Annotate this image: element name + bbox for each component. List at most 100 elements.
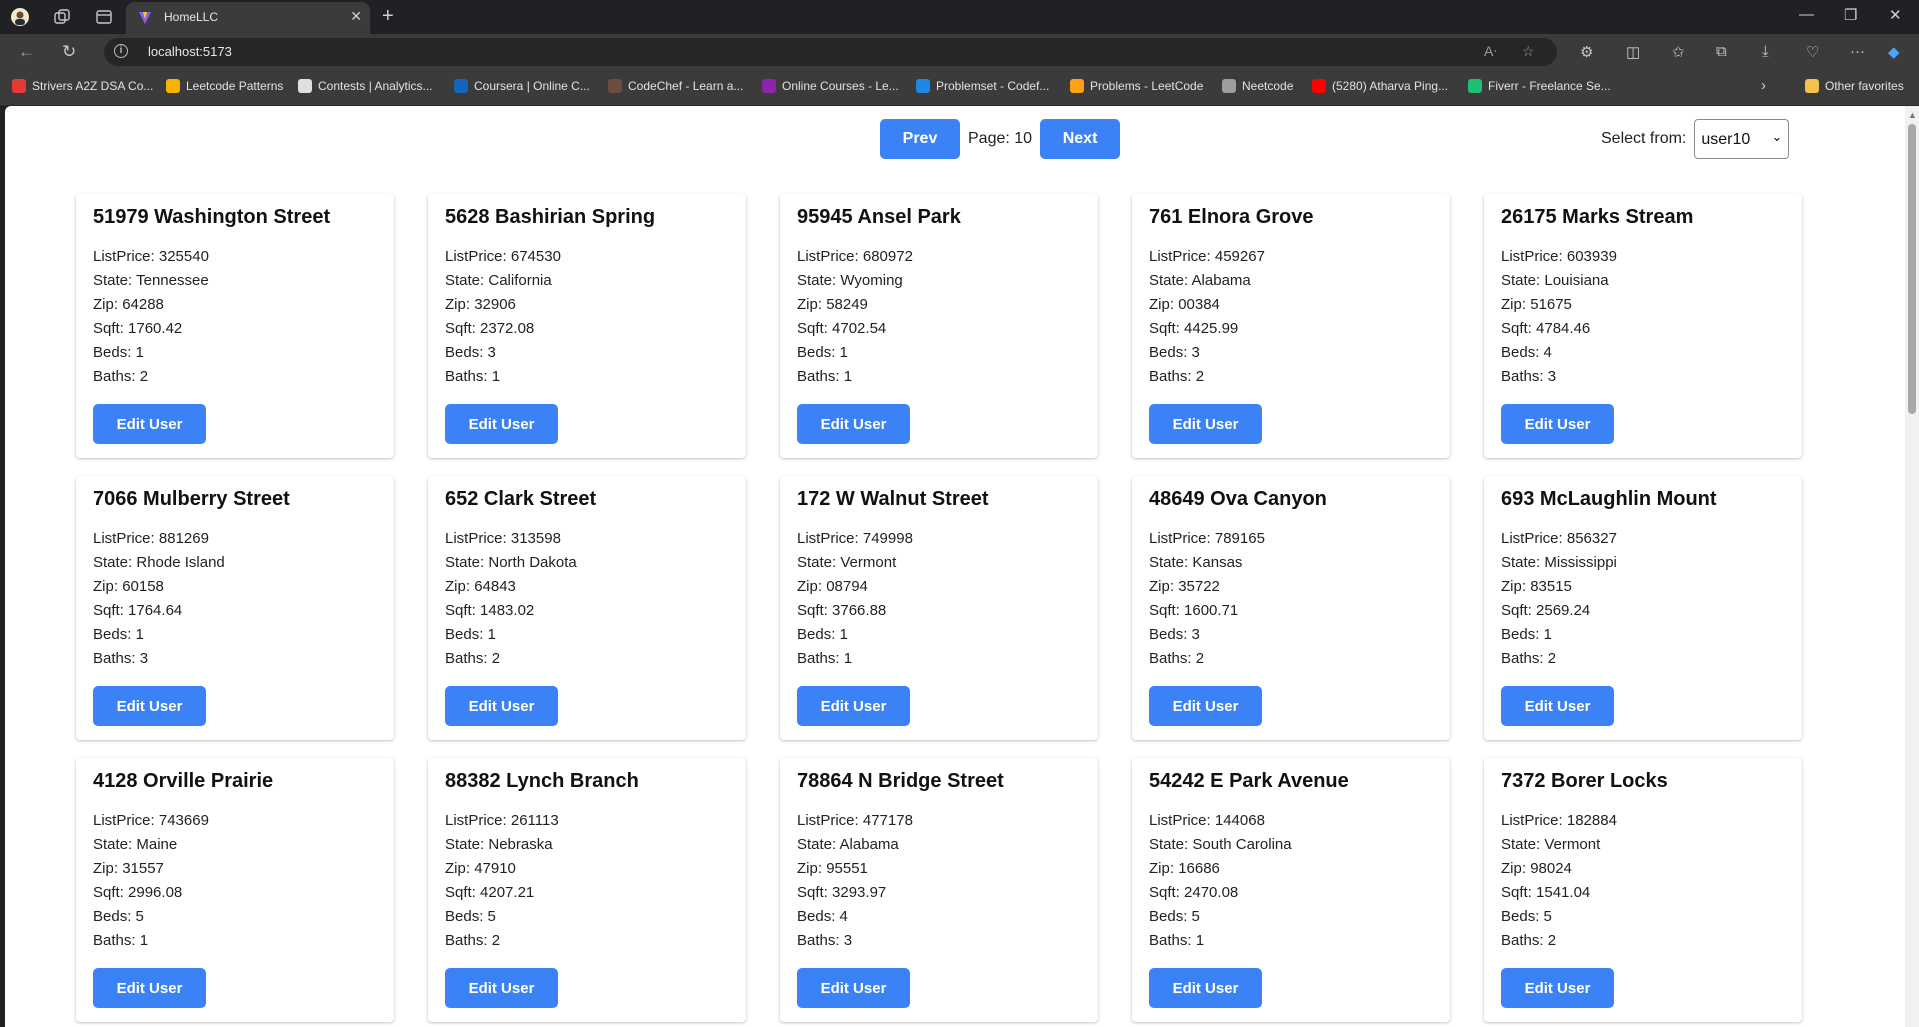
bookmark-item[interactable]: Problems - LeetCode <box>1070 79 1203 93</box>
field-label: State: <box>1149 554 1189 571</box>
edit-user-button[interactable]: Edit User <box>93 404 206 444</box>
other-favorites-folder[interactable]: Other favorites <box>1805 79 1904 93</box>
bookmark-item[interactable]: Problemset - Codef... <box>916 79 1049 93</box>
field-value: Alabama <box>1191 272 1251 289</box>
field-value: Maine <box>136 836 178 853</box>
field-value: Rhode Island <box>136 554 225 571</box>
bookmark-favicon-icon <box>1222 79 1236 93</box>
profile-avatar-icon[interactable] <box>10 7 30 27</box>
new-tab-icon[interactable]: + <box>382 6 394 26</box>
bookmark-item[interactable]: Coursera | Online C... <box>454 79 590 93</box>
edit-user-button[interactable]: Edit User <box>445 686 558 726</box>
bookmark-item[interactable]: Contests | Analytics... <box>298 79 433 93</box>
field-value: 4784.46 <box>1536 320 1591 337</box>
extensions-icon[interactable]: ⚙ <box>1580 43 1593 61</box>
listing-field-beds: Beds: 5 <box>93 905 209 929</box>
listing-field-sqft: Sqft: 4702.54 <box>797 317 913 341</box>
listing-field-sqft: Sqft: 1541.04 <box>1501 881 1617 905</box>
listing-field-beds: Beds: 1 <box>445 623 577 647</box>
collections-icon[interactable]: ⧉ <box>1716 43 1727 60</box>
restore-icon[interactable]: ❐ <box>1844 6 1857 24</box>
minimize-icon[interactable]: — <box>1799 6 1814 23</box>
vertical-tabs-icon[interactable] <box>94 7 114 27</box>
bookmark-item[interactable]: Online Courses - Le... <box>762 79 899 93</box>
downloads-icon[interactable]: ⤓ <box>1762 43 1769 60</box>
vertical-scrollbar[interactable]: ▲ <box>1905 106 1919 1027</box>
field-value: 1 <box>135 344 144 361</box>
edit-user-button[interactable]: Edit User <box>1149 968 1262 1008</box>
field-value: South Carolina <box>1192 836 1292 853</box>
field-value: Wyoming <box>840 272 903 289</box>
listing-card: 26175 Marks Stream ListPrice: 603939 State… <box>1484 194 1802 458</box>
read-aloud-icon[interactable]: Aᐧ <box>1484 43 1497 60</box>
edit-user-button[interactable]: Edit User <box>797 404 910 444</box>
scrollbar-thumb[interactable] <box>1908 124 1916 414</box>
close-window-icon[interactable]: ✕ <box>1889 6 1902 24</box>
listing-field-beds: Beds: 3 <box>1149 341 1265 365</box>
edit-user-button[interactable]: Edit User <box>1501 404 1614 444</box>
edit-user-button[interactable]: Edit User <box>1501 686 1614 726</box>
refresh-icon[interactable]: ↻ <box>62 42 76 62</box>
field-label: Baths: <box>1149 932 1192 949</box>
bookmark-item[interactable]: CodeChef - Learn a... <box>608 79 743 93</box>
prev-button[interactable]: Prev <box>880 119 960 159</box>
field-label: State: <box>93 836 133 853</box>
listing-field-state: State: Vermont <box>797 551 913 575</box>
listing-field-beds: Beds: 4 <box>1501 341 1617 365</box>
edit-user-button[interactable]: Edit User <box>1149 404 1262 444</box>
more-menu-icon[interactable]: ··· <box>1850 43 1865 60</box>
bookmark-item[interactable]: Strivers A2Z DSA Co... <box>12 79 153 93</box>
edit-user-button[interactable]: Edit User <box>1501 968 1614 1008</box>
listing-field-baths: Baths: 1 <box>1149 929 1292 953</box>
edit-user-button[interactable]: Edit User <box>445 404 558 444</box>
browser-essentials-icon[interactable]: ♡ <box>1806 43 1819 61</box>
edit-user-button[interactable]: Edit User <box>93 686 206 726</box>
field-value: 1600.71 <box>1184 602 1239 619</box>
field-label: State: <box>797 272 837 289</box>
listing-details: ListPrice: 144068 State: South Carolina Zi… <box>1149 809 1292 953</box>
favorite-star-icon[interactable]: ☆ <box>1522 43 1535 60</box>
field-value: 2372.08 <box>480 320 535 337</box>
field-value: 144068 <box>1214 812 1265 829</box>
field-value: 2 <box>139 368 149 385</box>
bookmark-item[interactable]: Leetcode Patterns <box>166 79 283 93</box>
listing-title: 26175 Marks Stream <box>1501 206 1694 228</box>
chevron-down-icon: ⌄ <box>1771 129 1783 144</box>
field-value: 4702.54 <box>832 320 887 337</box>
tab-homellc[interactable]: HomeLLC ✕ <box>126 2 370 34</box>
listing-field-baths: Baths: 2 <box>1501 647 1617 671</box>
bookmark-item[interactable]: (5280) Atharva Ping... <box>1312 79 1448 93</box>
bookmark-label: Contests | Analytics... <box>318 79 433 93</box>
back-icon[interactable]: ← <box>18 42 35 62</box>
split-screen-icon[interactable]: ◫ <box>1626 43 1640 61</box>
site-info-icon[interactable]: i <box>114 44 128 58</box>
url-text[interactable]: localhost:5173 <box>148 44 232 59</box>
user-select[interactable]: user10 ⌄ <box>1694 119 1790 159</box>
bookmark-item[interactable]: Neetcode <box>1222 79 1293 93</box>
edit-user-button[interactable]: Edit User <box>93 968 206 1008</box>
listing-field-state: State: Rhode Island <box>93 551 225 575</box>
edit-user-button[interactable]: Edit User <box>445 968 558 1008</box>
favorites-icon[interactable]: ✩ <box>1672 43 1685 61</box>
browser-tab-bar: HomeLLC ✕ + — ❐ ✕ <box>0 0 1919 34</box>
edit-user-button[interactable]: Edit User <box>797 686 910 726</box>
listing-title: 761 Elnora Grove <box>1149 206 1314 228</box>
bookmark-favicon-icon <box>1070 79 1084 93</box>
scroll-up-arrow-icon[interactable]: ▲ <box>1908 110 1917 120</box>
listing-field-list-price: ListPrice: 789165 <box>1149 527 1265 551</box>
next-button[interactable]: Next <box>1040 119 1121 159</box>
copilot-icon[interactable]: ◆ <box>1888 43 1900 61</box>
listing-details: ListPrice: 313598 State: North Dakota Zip:… <box>445 527 577 671</box>
field-label: Sqft: <box>1501 884 1532 901</box>
listing-card: 95945 Ansel Park ListPrice: 680972 State: … <box>780 194 1098 458</box>
edit-user-button[interactable]: Edit User <box>797 968 910 1008</box>
bookmarks-overflow-chevron-icon[interactable]: › <box>1761 77 1766 94</box>
address-bar[interactable]: i localhost:5173 Aᐧ ☆ <box>104 38 1557 66</box>
bookmark-item[interactable]: Fiverr - Freelance Se... <box>1468 79 1611 93</box>
listing-card: 54242 E Park Avenue ListPrice: 144068 Stat… <box>1132 758 1450 1022</box>
tab-close-icon[interactable]: ✕ <box>350 8 362 25</box>
listing-title: 88382 Lynch Branch <box>445 770 639 792</box>
field-label: Zip: <box>1149 860 1175 877</box>
workspaces-icon[interactable] <box>52 7 72 27</box>
edit-user-button[interactable]: Edit User <box>1149 686 1262 726</box>
